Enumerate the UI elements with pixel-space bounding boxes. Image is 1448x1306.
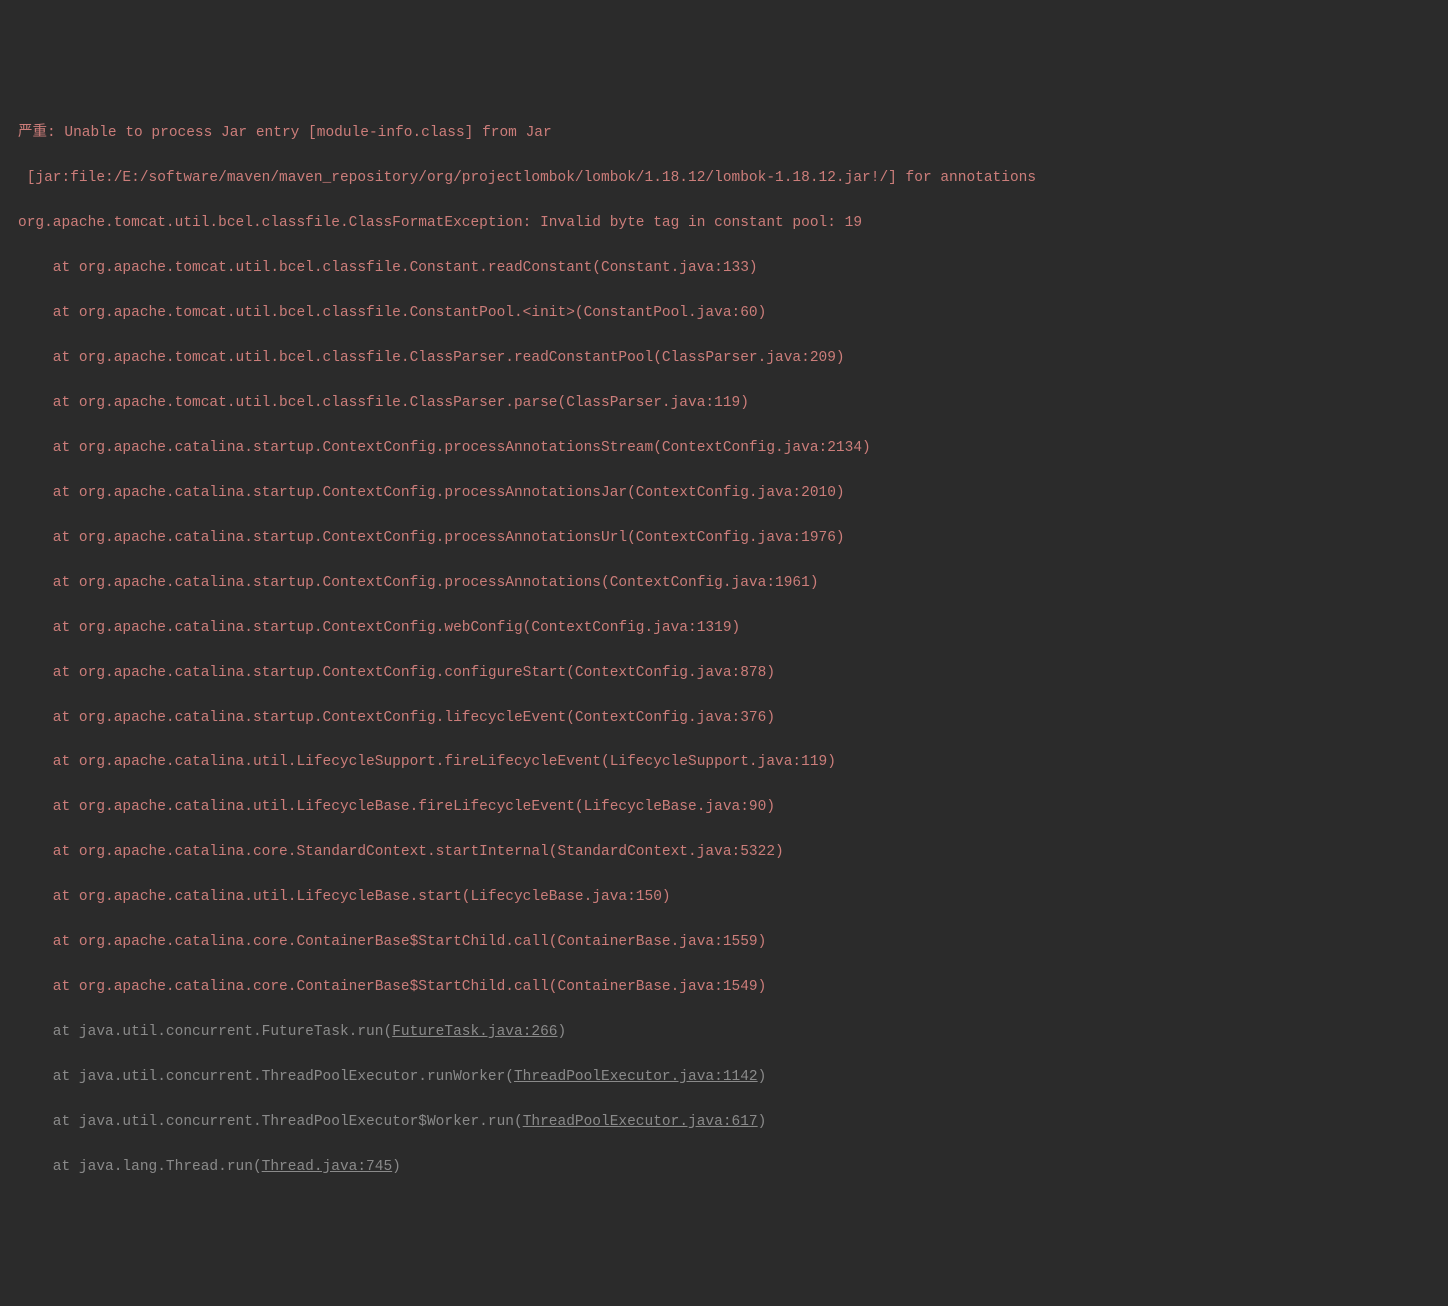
stack-trace-line: at org.apache.tomcat.util.bcel.classfile… <box>18 257 1430 279</box>
stack-trace-line: at org.apache.catalina.startup.ContextCo… <box>18 527 1430 549</box>
stack-text: at java.util.concurrent.FutureTask.run( <box>18 1024 392 1040</box>
log-line: [jar:file:/E:/software/maven/maven_repos… <box>18 167 1430 189</box>
log-line: 严重: Unable to process Jar entry [module-… <box>18 122 1430 144</box>
stack-text: at java.util.concurrent.ThreadPoolExecut… <box>18 1069 514 1085</box>
log-line: org.apache.tomcat.util.bcel.classfile.Cl… <box>18 212 1430 234</box>
stack-trace-line: at org.apache.catalina.startup.ContextCo… <box>18 662 1430 684</box>
stack-trace-line: at java.util.concurrent.FutureTask.run(F… <box>18 1021 1430 1043</box>
stack-trace-line: at org.apache.catalina.startup.ContextCo… <box>18 707 1430 729</box>
stack-text: ) <box>392 1159 401 1175</box>
source-link[interactable]: FutureTask.java:266 <box>392 1024 557 1040</box>
stack-text: ) <box>758 1069 767 1085</box>
stack-trace-line: at java.util.concurrent.ThreadPoolExecut… <box>18 1066 1430 1088</box>
stack-text: ) <box>758 1114 767 1130</box>
stack-trace-line: at org.apache.catalina.util.LifecycleBas… <box>18 886 1430 908</box>
stack-trace-line: at org.apache.catalina.startup.ContextCo… <box>18 437 1430 459</box>
stack-trace-line: at org.apache.tomcat.util.bcel.classfile… <box>18 347 1430 369</box>
stack-trace-line: at org.apache.catalina.core.StandardCont… <box>18 841 1430 863</box>
stack-trace-line: at org.apache.catalina.core.ContainerBas… <box>18 976 1430 998</box>
stack-trace-line: at org.apache.catalina.startup.ContextCo… <box>18 482 1430 504</box>
stack-trace-line: at org.apache.tomcat.util.bcel.classfile… <box>18 302 1430 324</box>
stack-text: at java.util.concurrent.ThreadPoolExecut… <box>18 1114 523 1130</box>
stack-trace-line: at org.apache.catalina.startup.ContextCo… <box>18 617 1430 639</box>
stack-trace-line: at org.apache.catalina.util.LifecycleBas… <box>18 796 1430 818</box>
stack-trace-line: at java.util.concurrent.ThreadPoolExecut… <box>18 1111 1430 1133</box>
stack-trace-line: at org.apache.catalina.startup.ContextCo… <box>18 572 1430 594</box>
stack-trace-line: at java.lang.Thread.run(Thread.java:745) <box>18 1156 1430 1178</box>
console-output: 严重: Unable to process Jar entry [module-… <box>18 100 1430 1201</box>
stack-text: ) <box>558 1024 567 1040</box>
stack-trace-line: at org.apache.catalina.util.LifecycleSup… <box>18 751 1430 773</box>
stack-trace-line: at org.apache.catalina.core.ContainerBas… <box>18 931 1430 953</box>
stack-trace-line: at org.apache.tomcat.util.bcel.classfile… <box>18 392 1430 414</box>
source-link[interactable]: ThreadPoolExecutor.java:1142 <box>514 1069 758 1085</box>
source-link[interactable]: Thread.java:745 <box>262 1159 393 1175</box>
source-link[interactable]: ThreadPoolExecutor.java:617 <box>523 1114 758 1130</box>
stack-text: at java.lang.Thread.run( <box>18 1159 262 1175</box>
